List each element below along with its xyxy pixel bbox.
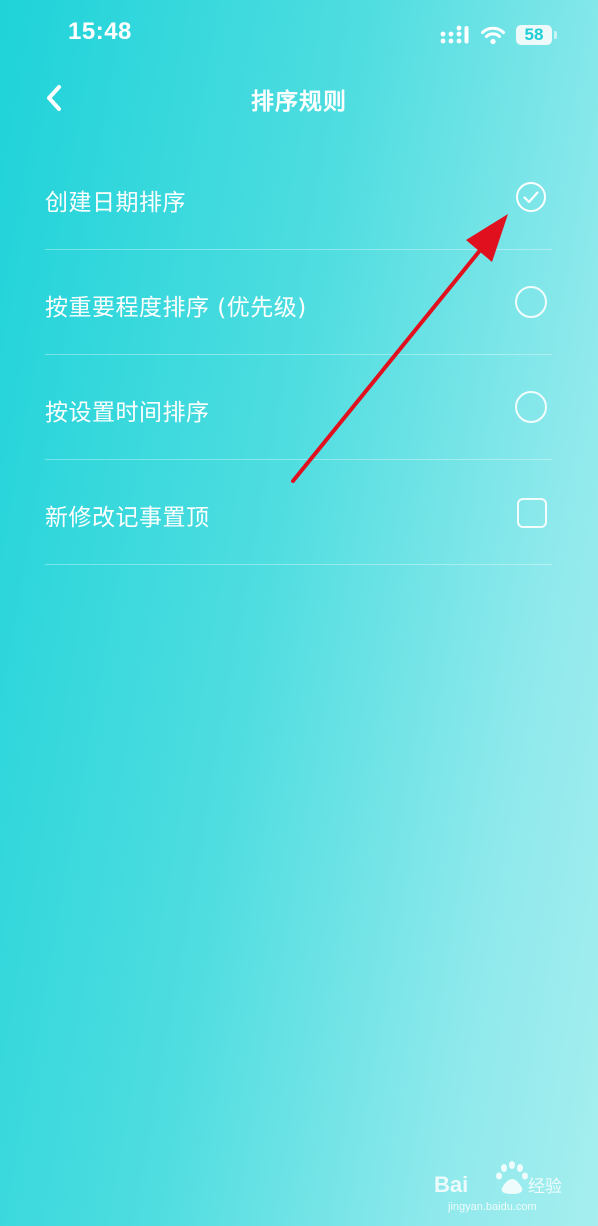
checkbox[interactable] [515, 496, 547, 528]
checkbox-square-icon [517, 498, 547, 528]
radio-circle-icon [515, 286, 547, 318]
page-title: 排序规则 [251, 89, 347, 115]
option-pin-modified[interactable]: 新修改记事置顶 [45, 460, 552, 565]
radio-selected[interactable] [515, 181, 547, 213]
battery-icon: 58 [516, 25, 557, 45]
radio-button[interactable] [515, 391, 547, 423]
status-bar: 15:48 58 [0, 0, 598, 70]
check-circle-icon [516, 182, 546, 212]
signal-icon [440, 25, 469, 44]
wifi-icon [481, 26, 505, 45]
option-label: 按重要程度排序 (优先级) [45, 295, 307, 321]
option-label: 按设置时间排序 [45, 400, 210, 426]
radio-button[interactable] [515, 286, 547, 318]
sort-options-list: 创建日期排序 按重要程度排序 (优先级) 按设置时间排序 新修改记事置顶 [45, 145, 552, 565]
option-priority[interactable]: 按重要程度排序 (优先级) [45, 250, 552, 355]
option-set-time[interactable]: 按设置时间排序 [45, 355, 552, 460]
option-create-date[interactable]: 创建日期排序 [45, 145, 552, 250]
svg-text:jingyan.baidu.com: jingyan.baidu.com [447, 1201, 537, 1213]
option-label: 创建日期排序 [45, 190, 186, 216]
status-icons: 58 [440, 22, 557, 48]
svg-text:经验: 经验 [528, 1177, 562, 1197]
status-time: 15:48 [68, 18, 132, 45]
svg-text:Bai: Bai [434, 1172, 468, 1197]
baidu-logo-icon: Bai 经验 jingyan.baidu.com [434, 1161, 562, 1213]
baidu-jingyan-watermark: Bai 经验 jingyan.baidu.com [428, 1158, 568, 1218]
radio-circle-icon [515, 391, 547, 423]
option-label: 新修改记事置顶 [45, 505, 210, 531]
